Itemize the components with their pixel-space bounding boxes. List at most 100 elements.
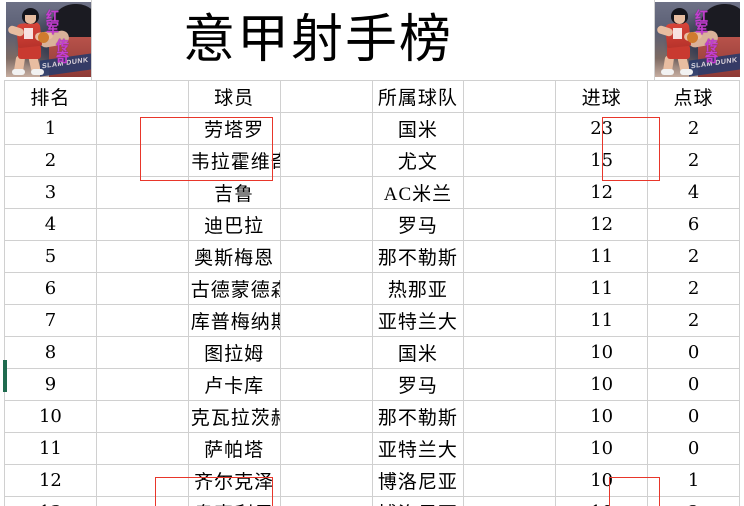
cell-team[interactable]: 亚特兰大 — [371, 304, 465, 337]
cell-team[interactable]: 尤文 — [371, 144, 465, 177]
cell-goals[interactable]: 11 — [555, 272, 649, 305]
cell-team[interactable]: 国米 — [371, 112, 465, 145]
cell-goals[interactable]: 23 — [555, 112, 649, 145]
cell-penalties[interactable]: 0 — [647, 368, 740, 401]
cell-player[interactable]: 奥索利尼 — [187, 496, 281, 506]
cell-spacer-2[interactable] — [279, 112, 373, 145]
table-row[interactable]: 5 奥斯梅恩 那不勒斯 11 2 — [4, 240, 740, 273]
cell-goals[interactable]: 10 — [555, 432, 649, 465]
cell-goals[interactable]: 15 — [555, 144, 649, 177]
table-row[interactable]: 1 劳塔罗 国米 23 2 — [4, 112, 740, 145]
cell-team[interactable]: 那不勒斯 — [371, 240, 465, 273]
cell-penalties[interactable]: 0 — [647, 432, 740, 465]
cell-spacer-2[interactable] — [279, 464, 373, 497]
cell-spacer-1[interactable] — [95, 400, 189, 433]
column-header-team[interactable]: 所属球队 — [371, 80, 465, 113]
cell-rank[interactable]: 1 — [4, 112, 97, 145]
cell-goals[interactable]: 11 — [555, 304, 649, 337]
cell-spacer-1[interactable] — [95, 240, 189, 273]
cell-penalties[interactable]: 4 — [647, 176, 740, 209]
table-row[interactable]: 12 齐尔克泽 博洛尼亚 10 1 — [4, 464, 740, 497]
cell-penalties[interactable]: 6 — [647, 208, 740, 241]
cell-penalties[interactable]: 2 — [647, 144, 740, 177]
cell-player[interactable]: 迪巴拉 — [187, 208, 281, 241]
cell-rank[interactable]: 4 — [4, 208, 97, 241]
cell-player[interactable]: 奥斯梅恩 — [187, 240, 281, 273]
cell-spacer-2[interactable] — [279, 240, 373, 273]
cell-penalties[interactable]: 2 — [647, 496, 740, 506]
cell-player[interactable]: 古德蒙德森 — [187, 272, 281, 305]
cell-team[interactable]: 国米 — [371, 336, 465, 369]
column-header-spacer-1[interactable] — [95, 80, 189, 113]
cell-spacer-2[interactable] — [279, 144, 373, 177]
cell-penalties[interactable]: 0 — [647, 336, 740, 369]
table-row[interactable]: 4 迪巴拉 罗马 12 6 — [4, 208, 740, 241]
cell-spacer-2[interactable] — [279, 368, 373, 401]
cell-goals[interactable]: 10 — [555, 496, 649, 506]
cell-goals[interactable]: 10 — [555, 464, 649, 497]
cell-spacer-3[interactable] — [463, 400, 557, 433]
cell-team[interactable]: 亚特兰大 — [371, 432, 465, 465]
column-header-spacer-3[interactable] — [463, 80, 557, 113]
cell-spacer-3[interactable] — [463, 432, 557, 465]
cell-spacer-1[interactable] — [95, 208, 189, 241]
cell-rank[interactable]: 13 — [4, 496, 97, 506]
column-header-goals[interactable]: 进球 — [555, 80, 649, 113]
table-row[interactable]: 10克瓦拉茨赫利亚那不勒斯100 — [4, 400, 740, 433]
cell-spacer-2[interactable] — [279, 432, 373, 465]
cell-rank[interactable]: 9 — [4, 368, 97, 401]
cell-goals[interactable]: 10 — [555, 400, 649, 433]
cell-spacer-1[interactable] — [95, 144, 189, 177]
cell-spacer-1[interactable] — [95, 496, 189, 506]
cell-team[interactable]: AC米兰 — [371, 176, 465, 209]
cell-spacer-2[interactable] — [279, 304, 373, 337]
cell-rank[interactable]: 3 — [4, 176, 97, 209]
cell-rank[interactable]: 2 — [4, 144, 97, 177]
cell-spacer-3[interactable] — [463, 464, 557, 497]
cell-spacer-1[interactable] — [95, 112, 189, 145]
cell-team[interactable]: 罗马 — [371, 208, 465, 241]
cell-rank[interactable]: 7 — [4, 304, 97, 337]
cell-player[interactable]: 库普梅纳斯 — [187, 304, 281, 337]
cell-goals[interactable]: 10 — [555, 336, 649, 369]
cell-player[interactable]: 克瓦拉茨赫利亚 — [187, 400, 281, 433]
cell-spacer-1[interactable] — [95, 464, 189, 497]
table-row[interactable]: 2韦拉霍维奇尤文152 — [4, 144, 740, 177]
cell-spacer-2[interactable] — [279, 400, 373, 433]
cell-rank[interactable]: 11 — [4, 432, 97, 465]
table-row[interactable]: 11 萨帕塔 亚特兰大 10 0 — [4, 432, 740, 465]
cell-team[interactable]: 罗马 — [371, 368, 465, 401]
cell-goals[interactable]: 12 — [555, 208, 649, 241]
cell-spacer-2[interactable] — [279, 272, 373, 305]
cell-team[interactable]: 博洛尼亚 — [371, 464, 465, 497]
cell-spacer-3[interactable] — [463, 336, 557, 369]
column-header-spacer-2[interactable] — [279, 80, 373, 113]
cell-rank[interactable]: 8 — [4, 336, 97, 369]
cell-penalties[interactable]: 1 — [647, 464, 740, 497]
cell-spacer-2[interactable] — [279, 176, 373, 209]
cell-spacer-3[interactable] — [463, 176, 557, 209]
cell-spacer-1[interactable] — [95, 432, 189, 465]
cell-goals[interactable]: 12 — [555, 176, 649, 209]
table-row[interactable]: 7 库普梅纳斯 亚特兰大 112 — [4, 304, 740, 337]
cell-spacer-3[interactable] — [463, 112, 557, 145]
cell-penalties[interactable]: 2 — [647, 240, 740, 273]
cell-spacer-1[interactable] — [95, 176, 189, 209]
cell-spacer-1[interactable] — [95, 304, 189, 337]
cell-player[interactable]: 萨帕塔 — [187, 432, 281, 465]
cell-player[interactable]: 吉鲁 — [187, 176, 281, 209]
table-row[interactable]: 6 古德蒙德森 热那亚 112 — [4, 272, 740, 305]
cell-player[interactable]: 图拉姆 — [187, 336, 281, 369]
cell-team[interactable]: 热那亚 — [371, 272, 465, 305]
cell-player[interactable]: 韦拉霍维奇 — [187, 144, 281, 177]
cell-penalties[interactable]: 2 — [647, 304, 740, 337]
cell-spacer-2[interactable] — [279, 336, 373, 369]
cell-spacer-2[interactable] — [279, 208, 373, 241]
cell-goals[interactable]: 11 — [555, 240, 649, 273]
cell-spacer-3[interactable] — [463, 368, 557, 401]
cell-spacer-3[interactable] — [463, 240, 557, 273]
cell-spacer-3[interactable] — [463, 208, 557, 241]
cell-spacer-3[interactable] — [463, 144, 557, 177]
table-row[interactable]: 8 图拉姆 国米 10 0 — [4, 336, 740, 369]
column-header-penalties[interactable]: 点球 — [647, 80, 740, 113]
